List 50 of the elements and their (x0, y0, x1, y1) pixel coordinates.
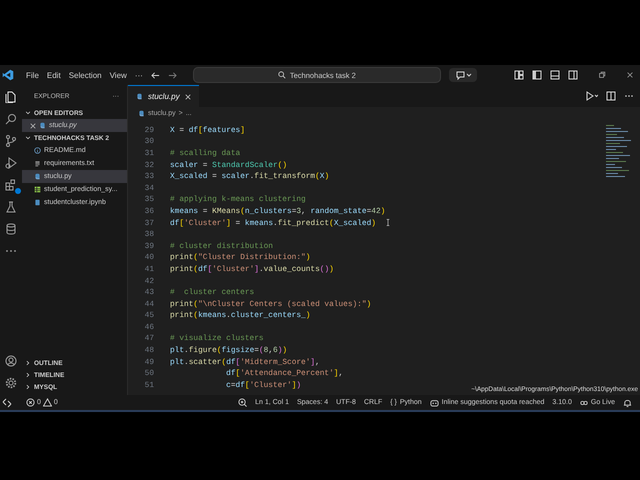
python-file-icon (138, 110, 145, 116)
close-icon[interactable] (184, 94, 191, 100)
run-icon[interactable] (586, 91, 598, 101)
back-arrow-icon[interactable] (150, 70, 160, 80)
python-file-icon (136, 93, 143, 100)
menu-item[interactable]: ··· (134, 70, 143, 80)
search-icon (278, 71, 286, 79)
chevron-icon[interactable] (25, 110, 31, 116)
menu-item[interactable]: Selection (68, 70, 102, 80)
zoom-icon[interactable] (238, 398, 248, 407)
close-icon[interactable] (30, 122, 36, 128)
remote-icon[interactable] (2, 398, 12, 408)
bell-icon[interactable] (623, 398, 632, 407)
flask-icon[interactable] (5, 201, 17, 213)
split-editor-icon[interactable] (606, 91, 616, 101)
vscode-logo-icon (2, 69, 14, 81)
run-debug-icon[interactable] (5, 157, 17, 169)
python-file-icon (34, 173, 41, 180)
notebook-icon (34, 199, 41, 206)
menu-item[interactable]: Edit (46, 70, 61, 80)
menu-item[interactable]: File (26, 70, 39, 80)
database-icon[interactable] (5, 223, 17, 235)
extensions-icon[interactable] (5, 179, 17, 191)
broadcast-icon (580, 398, 588, 406)
chevron-icon[interactable] (25, 135, 31, 141)
copilot-icon (430, 398, 439, 407)
text-lines-icon (34, 160, 41, 167)
restore-icon[interactable] (598, 71, 606, 79)
chat-button[interactable] (448, 68, 477, 82)
panel-toggle-icon[interactable] (550, 70, 560, 80)
forward-arrow-icon[interactable] (168, 70, 177, 80)
source-control-icon[interactable] (5, 135, 17, 147)
info-icon (34, 147, 41, 154)
files-icon[interactable] (5, 91, 17, 103)
close-icon[interactable] (626, 71, 634, 79)
chevron-icon[interactable] (25, 384, 31, 390)
notification-badge (15, 188, 21, 194)
chevron-icon[interactable] (25, 372, 31, 378)
menu-item[interactable]: View (110, 70, 127, 80)
account-icon[interactable] (5, 355, 17, 367)
chevron-icon[interactable] (25, 360, 31, 366)
search-icon[interactable] (5, 113, 17, 125)
secondary-sidebar-icon[interactable] (568, 70, 578, 80)
editor-tab[interactable]: stuclu.py (128, 84, 199, 108)
settings-icon[interactable] (5, 377, 17, 389)
python-file-icon (39, 122, 46, 129)
table-file-icon (34, 186, 41, 193)
sidebar-toggle-icon[interactable] (532, 70, 542, 80)
layout-icon[interactable] (514, 70, 524, 80)
text-cursor-icon (386, 219, 390, 226)
